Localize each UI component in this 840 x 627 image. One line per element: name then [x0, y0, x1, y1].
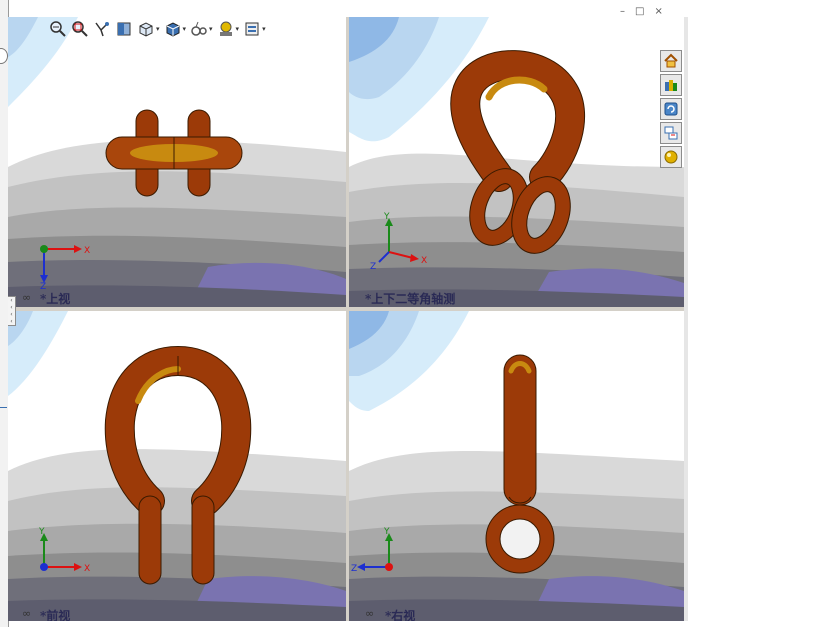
- triad-trimetric: Y X Z: [370, 212, 427, 272]
- viewport-label-trimetric: *上下二等角轴测: [365, 292, 456, 306]
- viewport-right[interactable]: Y Z ∞ *右视: [349, 311, 684, 621]
- svg-text:Z: Z: [351, 564, 357, 574]
- view-palette-icon: [664, 126, 678, 140]
- view-orientation-button[interactable]: ▾: [136, 19, 161, 39]
- viewport-splitter-vertical[interactable]: [346, 17, 349, 621]
- svg-text:Y: Y: [383, 527, 390, 537]
- previous-view-icon: [95, 22, 109, 37]
- appearances-icon: [664, 150, 678, 164]
- viewport-label-top: *上视: [40, 292, 71, 306]
- edit-appearance-button[interactable]: ▾: [216, 19, 241, 39]
- zoom-to-area-button[interactable]: [70, 19, 90, 39]
- section-view-icon: [117, 22, 131, 36]
- viewport-splitter-horizontal[interactable]: [8, 307, 688, 311]
- link-view-icon[interactable]: ∞: [365, 607, 374, 620]
- display-style-icon: [166, 22, 180, 37]
- view-settings-icon: [245, 22, 259, 36]
- panel-marker: [0, 407, 7, 408]
- home-tab[interactable]: [660, 50, 682, 72]
- svg-text:X: X: [84, 246, 90, 256]
- design-library-icon: [665, 80, 677, 91]
- task-pane-tabs: [660, 50, 684, 168]
- display-style-button[interactable]: ▾: [163, 19, 188, 39]
- zoom-to-area-icon: [72, 21, 88, 37]
- viewport-trimetric[interactable]: Y X Z *上下二等角轴测: [349, 17, 684, 307]
- close-button[interactable]: ×: [654, 6, 662, 17]
- link-view-icon[interactable]: ∞: [22, 291, 31, 304]
- view-settings-button[interactable]: ▾: [242, 19, 267, 39]
- design-library-tab[interactable]: [660, 74, 682, 96]
- view-orientation-icon: [139, 22, 153, 37]
- view-palette-tab[interactable]: [660, 122, 682, 144]
- zoom-to-fit-icon: [50, 21, 66, 37]
- section-view-button[interactable]: [114, 19, 134, 39]
- home-icon: [664, 53, 678, 68]
- appearances-tab[interactable]: [660, 146, 682, 168]
- svg-text:Y: Y: [38, 527, 45, 537]
- zoom-to-fit-button[interactable]: [48, 19, 68, 39]
- viewport-top[interactable]: X Z ∞ *上视: [8, 17, 346, 307]
- svg-text:Y: Y: [383, 212, 390, 222]
- viewport-label-front: *前视: [40, 609, 71, 621]
- triad-right: Y Z: [351, 527, 393, 574]
- restore-button[interactable]: □: [635, 6, 644, 17]
- link-view-icon[interactable]: ∞: [22, 607, 31, 620]
- edit-appearance-icon: [219, 21, 232, 36]
- previous-view-button[interactable]: [92, 19, 112, 39]
- svg-text:Z: Z: [40, 282, 46, 289]
- heads-up-view-toolbar: ▾ ▾ ▾ ▾ ▾: [48, 18, 267, 40]
- svg-text:Z: Z: [370, 262, 376, 272]
- hide-show-items-button[interactable]: ▾: [189, 19, 214, 39]
- file-explorer-tab[interactable]: [660, 98, 682, 120]
- panel-collapse-handle[interactable]: ‹ ‹ ‹ ‹: [8, 296, 16, 326]
- svg-text:X: X: [84, 564, 90, 574]
- viewport-front[interactable]: Y X ∞ *前视: [8, 311, 346, 621]
- file-explorer-icon: [664, 102, 678, 116]
- svg-text:X: X: [421, 256, 427, 266]
- triad-top: X Z: [40, 245, 90, 289]
- hide-show-items-icon: [191, 21, 207, 36]
- triad-front: Y X: [38, 527, 90, 574]
- minimize-button[interactable]: –: [620, 6, 625, 17]
- window-controls: – □ ×: [620, 6, 663, 17]
- viewport-label-right: *右视: [385, 609, 416, 621]
- graphics-area-edge: [684, 17, 688, 621]
